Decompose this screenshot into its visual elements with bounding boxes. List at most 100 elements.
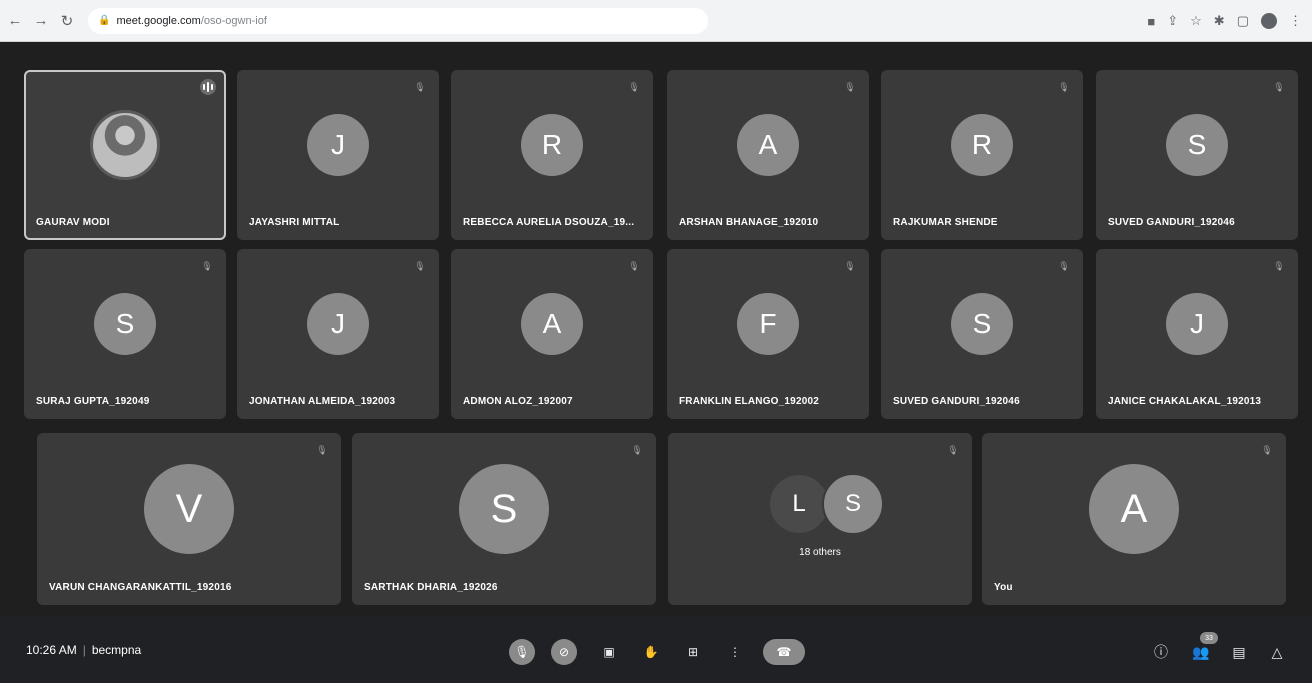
mic-muted-icon: 🎙 [1261,444,1273,455]
participant-name: VARUN CHANGARANKATTIL_192016 [49,582,232,593]
present-screen-icon[interactable]: ⊞ [680,639,706,665]
bookmark-star-icon[interactable]: ☆ [1190,13,1202,29]
mic-muted-icon: 🎙 [201,260,213,271]
lock-icon: 🔒 [98,15,111,26]
browser-extension-icons: ■ ⇪ ☆ ✱ ▢ ⋮ [1147,0,1302,42]
mic-muted-icon: 🎙 [947,444,959,455]
participant-avatar: S [822,473,884,535]
others-count-label: 18 others [799,547,841,558]
forward-icon[interactable]: → [30,10,52,32]
raise-hand-icon[interactable]: ✋ [638,639,664,665]
info-icon[interactable]: ⓘ [1150,641,1172,663]
mic-muted-icon: 🎙 [1273,81,1285,92]
mic-muted-icon: 🎙 [1273,260,1285,271]
mic-muted-icon: 🎙 [1058,260,1070,271]
participant-tile[interactable]: 🎙 J JONATHAN ALMEIDA_192003 [237,249,439,419]
participant-avatar: S [951,293,1013,355]
address-bar[interactable]: 🔒 meet.google.com /oso-ogwn-iof [88,7,708,34]
participant-name: JONATHAN ALMEIDA_192003 [249,396,396,407]
window-icon[interactable]: ▢ [1237,13,1249,29]
participant-tile[interactable]: 🎙 V VARUN CHANGARANKATTIL_192016 [37,433,341,605]
activities-icon[interactable]: △ [1266,641,1288,663]
mic-muted-icon: 🎙 [628,260,640,271]
separator: | [82,643,86,657]
participant-avatar: L [768,473,830,535]
participant-avatar: A [1089,464,1179,554]
meeting-time-and-code: 10:26 AM | becmpna [26,643,141,657]
participant-tile[interactable]: 🎙 J JAYASHRI MITTAL [237,70,439,240]
current-time: 10:26 AM [26,643,77,657]
meeting-stage: GAURAV MODI 🎙 J JAYASHRI MITTAL 🎙 R REBECCA AU… [0,42,1312,683]
participant-name: FRANKLIN ELANGO_192002 [679,396,819,407]
participant-tile[interactable]: 🎙 A ARSHAN BHANAGE_192010 [667,70,869,240]
mic-muted-icon: 🎙 [316,444,328,455]
chat-icon[interactable]: ▤ [1228,641,1250,663]
participant-avatar: S [94,293,156,355]
extensions-icon[interactable]: ✱ [1214,13,1225,29]
participant-tile[interactable]: 🎙 L S 18 others [668,433,972,605]
speaking-indicator-icon [200,79,216,95]
participant-name: JANICE CHAKALAKAL_192013 [1108,396,1262,407]
mic-muted-icon: 🎙 [414,260,426,271]
participant-avatar: R [951,114,1013,176]
participant-tile[interactable]: 🎙 F FRANKLIN ELANGO_192002 [667,249,869,419]
participant-name: GAURAV MODI [36,217,110,228]
participant-name: SARTHAK DHARIA_192026 [364,582,498,593]
participant-tile[interactable]: 🎙 S SURAJ GUPTA_192049 [24,249,226,419]
camera-in-use-icon[interactable]: ■ [1147,14,1155,29]
participant-avatar: A [521,293,583,355]
browser-menu-icon[interactable]: ⋮ [1289,13,1302,29]
captions-icon[interactable]: ▣ [596,639,622,665]
reload-icon[interactable]: ↻ [56,10,78,32]
more-options-icon[interactable]: ⋮ [722,639,748,665]
camera-off-icon[interactable]: ⊘ [551,639,577,665]
people-icon[interactable]: 👥 33 [1190,632,1218,663]
meeting-controls-bar: 10:26 AM | becmpna 🎙 ⊘ ▣ ✋ ⊞ ⋮ ☎ ⓘ 👥 33 ▤ … [0,615,1312,683]
participant-name: SURAJ GUPTA_192049 [36,396,150,407]
participant-name: SUVED GANDURI_192046 [893,396,1020,407]
participant-tile[interactable]: GAURAV MODI [24,70,226,240]
participant-photo [90,110,160,180]
mic-muted-icon: 🎙 [1058,81,1070,92]
participant-avatar: S [459,464,549,554]
url-host: meet.google.com [116,14,201,27]
participant-name: ARSHAN BHANAGE_192010 [679,217,819,228]
participant-name: You [994,582,1013,593]
participant-tile[interactable]: 🎙 A You [982,433,1286,605]
participant-avatar: S [1166,114,1228,176]
participant-name: ADMON ALOZ_192007 [463,396,573,407]
back-icon[interactable]: ← [4,10,26,32]
mic-muted-icon: 🎙 [631,444,643,455]
participant-name: REBECCA AURELIA DSOUZA_19... [463,217,635,228]
participant-avatar: R [521,114,583,176]
participant-name: SUVED GANDURI_192046 [1108,217,1235,228]
share-icon[interactable]: ⇪ [1167,13,1178,29]
participant-tile[interactable]: 🎙 R REBECCA AURELIA DSOUZA_19... [451,70,653,240]
participant-avatar: A [737,114,799,176]
people-glyph: 👥 [1192,643,1210,660]
mic-muted-icon: 🎙 [844,260,856,271]
participant-tile[interactable]: 🎙 J JANICE CHAKALAKAL_192013 [1096,249,1298,419]
participant-avatar: J [307,114,369,176]
participant-tile[interactable]: 🎙 S SUVED GANDURI_192046 [1096,70,1298,240]
participant-tile[interactable]: 🎙 A ADMON ALOZ_192007 [451,249,653,419]
participant-name: JAYASHRI MITTAL [249,217,340,228]
participant-name: RAJKUMAR SHENDE [893,217,998,228]
participant-avatar: V [144,464,234,554]
mic-off-icon[interactable]: 🎙 [509,639,535,665]
mic-muted-icon: 🎙 [414,81,426,92]
participant-avatar: J [1166,293,1228,355]
mic-muted-icon: 🎙 [844,81,856,92]
profile-avatar-icon[interactable] [1261,13,1277,29]
participant-tile[interactable]: 🎙 S SARTHAK DHARIA_192026 [352,433,656,605]
participants-count-badge: 33 [1200,632,1218,644]
mic-muted-icon: 🎙 [628,81,640,92]
meeting-code: becmpna [91,643,142,657]
participant-tile[interactable]: 🎙 R RAJKUMAR SHENDE [881,70,1083,240]
participant-tile[interactable]: 🎙 S SUVED GANDURI_192046 [881,249,1083,419]
end-call-icon[interactable]: ☎ [763,639,805,665]
participant-avatar: J [307,293,369,355]
browser-toolbar: ← → ↻ 🔒 meet.google.com /oso-ogwn-iof ■ … [0,0,1312,42]
url-path: /oso-ogwn-iof [200,14,267,27]
participant-avatar: F [737,293,799,355]
